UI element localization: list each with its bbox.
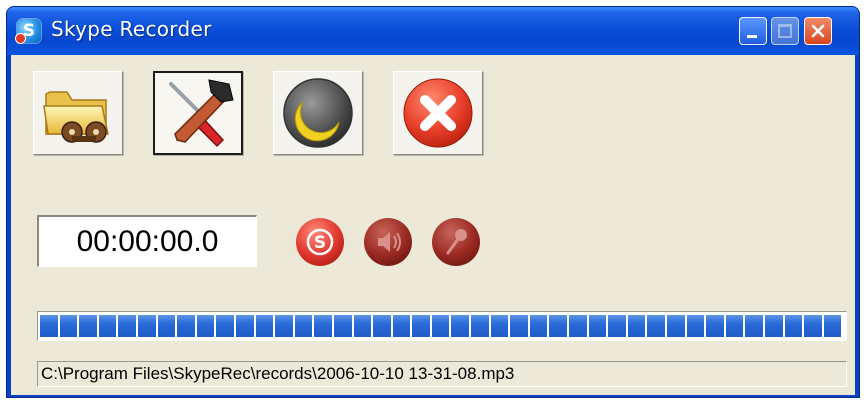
maximize-button: [771, 17, 799, 45]
speaker-status-button[interactable]: [363, 217, 413, 267]
progress-chunk: [392, 315, 411, 337]
progress-chunk: [118, 315, 136, 337]
progress-chunk: [431, 315, 450, 337]
red-x-circle-icon: [403, 78, 473, 148]
progress-chunk: [804, 315, 822, 337]
progress-chunk: [764, 315, 783, 337]
minimize-button[interactable]: [739, 17, 767, 45]
close-button[interactable]: [804, 17, 832, 45]
progress-chunk: [333, 315, 352, 337]
title-bar[interactable]: S Skype Recorder: [7, 7, 859, 55]
svg-text:S: S: [314, 233, 326, 253]
progress-chunk: [706, 315, 724, 337]
progress-chunk: [588, 315, 607, 337]
screwdriver-hammer-icon: [169, 79, 234, 148]
progress-chunk: [529, 315, 548, 337]
progress-chunk: [627, 315, 646, 337]
close-icon: [811, 24, 825, 38]
progress-chunk: [177, 315, 195, 337]
progress-chunk: [314, 315, 332, 337]
skype-s-icon: S: [296, 218, 344, 266]
speaker-icon: [364, 218, 412, 266]
recording-progress-bar: [37, 311, 847, 341]
progress-chunk: [784, 315, 803, 337]
output-file-path: C:\Program Files\SkypeRec\records\2006-1…: [37, 361, 847, 387]
client-area: 00:00:00.0 S C:\Program Files\SkypeRec\r…: [11, 55, 855, 395]
moon-icon: [283, 78, 353, 148]
skype-status-button[interactable]: S: [295, 217, 345, 267]
progress-chunk: [373, 315, 391, 337]
progress-chunk: [647, 315, 665, 337]
progress-chunk: [196, 315, 215, 337]
progress-chunk: [471, 315, 489, 337]
settings-button[interactable]: [153, 71, 243, 155]
progress-chunk: [569, 315, 587, 337]
window-title: Skype Recorder: [51, 17, 212, 41]
progress-chunk: [79, 315, 97, 337]
progress-chunk: [490, 315, 509, 337]
microphone-icon: [432, 218, 480, 266]
progress-chunk: [353, 315, 372, 337]
progress-chunk: [823, 315, 842, 337]
progress-chunk: [549, 315, 568, 337]
progress-chunk: [59, 315, 78, 337]
progress-chunk: [98, 315, 117, 337]
progress-chunk: [137, 315, 156, 337]
progress-chunk: [275, 315, 293, 337]
progress-chunk: [216, 315, 234, 337]
microphone-status-button[interactable]: [431, 217, 481, 267]
progress-chunk: [235, 315, 254, 337]
progress-chunk: [510, 315, 528, 337]
progress-chunk: [686, 315, 705, 337]
progress-chunk: [255, 315, 274, 337]
sleep-button[interactable]: [273, 71, 363, 155]
app-window: S Skype Recorder 00:00:00.0 S C:\Program…: [6, 6, 860, 398]
progress-chunk: [745, 315, 763, 337]
progress-chunk: [725, 315, 744, 337]
exit-button[interactable]: [393, 71, 483, 155]
folder-with-tape-icon: [43, 91, 109, 143]
progress-chunk: [40, 315, 58, 337]
recording-timer: 00:00:00.0: [37, 215, 257, 267]
progress-chunk: [412, 315, 430, 337]
skype-icon: S: [15, 19, 41, 44]
progress-chunk: [294, 315, 313, 337]
progress-chunk: [451, 315, 470, 337]
progress-chunk: [667, 315, 685, 337]
progress-chunk: [157, 315, 176, 337]
open-records-folder-button[interactable]: [33, 71, 123, 155]
progress-chunk: [608, 315, 626, 337]
